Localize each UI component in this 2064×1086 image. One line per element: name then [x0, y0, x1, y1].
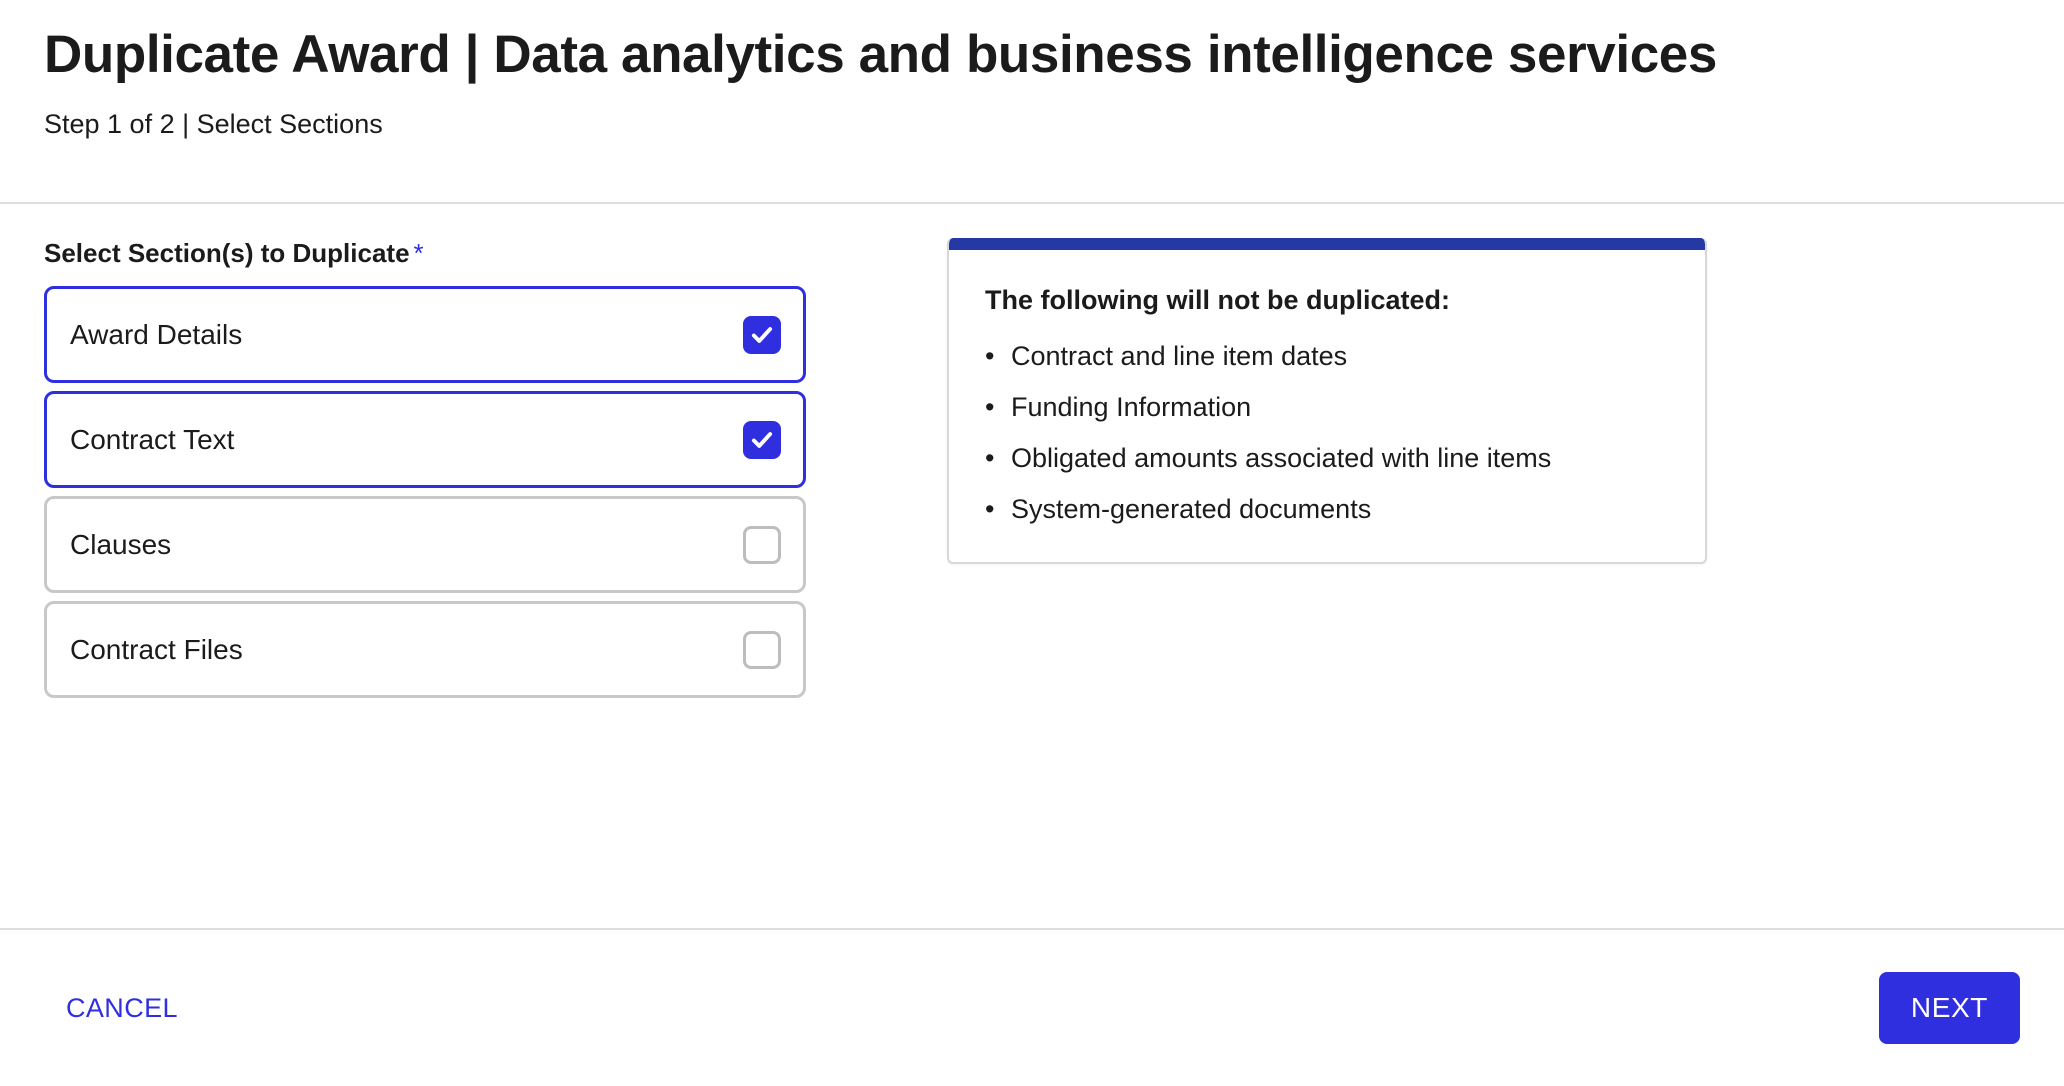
section-card-clauses[interactable]: Clauses: [44, 496, 806, 594]
page-header: Duplicate Award | Data analytics and bus…: [0, 0, 2064, 204]
section-selection-label: Select Section(s) to Duplicate *: [44, 238, 834, 269]
bullet-icon: •: [985, 493, 995, 524]
section-card-label: Contract Text: [70, 423, 235, 455]
list-item: • System-generated documents: [985, 493, 1671, 527]
list-item: • Obligated amounts associated with line…: [985, 442, 1671, 476]
cancel-button[interactable]: CANCEL: [44, 979, 200, 1038]
checkbox-checked-icon[interactable]: [743, 420, 781, 459]
info-panel-title: The following will not be duplicated:: [985, 285, 1450, 315]
checkbox-checked-icon[interactable]: [743, 315, 781, 354]
info-panel-accent-bar: [949, 238, 1705, 250]
section-card-list: Award Details Contract Text Clauses Cont…: [44, 286, 834, 699]
bullet-icon: •: [985, 392, 995, 423]
section-card-contract-text[interactable]: Contract Text: [44, 391, 806, 489]
section-card-label: Clauses: [70, 528, 172, 560]
list-item: • Funding Information: [985, 391, 1671, 425]
section-selection-column: Select Section(s) to Duplicate * Award De…: [44, 238, 834, 699]
bullet-icon: •: [985, 442, 995, 473]
list-item-text: System-generated documents: [1011, 493, 1372, 524]
info-panel-body: The following will not be duplicated: • …: [949, 250, 1705, 562]
not-duplicated-list: • Contract and line item dates • Funding…: [985, 340, 1671, 526]
info-panel-column: The following will not be duplicated: • …: [947, 238, 1707, 565]
wizard-body: Select Section(s) to Duplicate * Award De…: [0, 204, 2064, 928]
section-card-label: Contract Files: [70, 633, 243, 665]
wizard-step-indicator: Step 1 of 2 | Select Sections: [44, 109, 383, 140]
checkbox-unchecked-icon[interactable]: [743, 630, 781, 669]
list-item-text: Contract and line item dates: [1011, 341, 1348, 372]
wizard-footer: CANCEL NEXT: [0, 928, 2064, 1086]
required-asterisk: *: [413, 238, 424, 268]
checkbox-unchecked-icon[interactable]: [743, 525, 781, 564]
list-item-text: Obligated amounts associated with line i…: [1011, 442, 1552, 473]
list-item-text: Funding Information: [1011, 392, 1252, 423]
not-duplicated-info-panel: The following will not be duplicated: • …: [947, 238, 1707, 565]
section-card-label: Award Details: [70, 318, 243, 350]
bullet-icon: •: [985, 341, 995, 372]
section-card-contract-files[interactable]: Contract Files: [44, 601, 806, 699]
list-item: • Contract and line item dates: [985, 340, 1671, 374]
page-title: Duplicate Award | Data analytics and bus…: [44, 25, 1717, 84]
duplicate-award-wizard: Duplicate Award | Data analytics and bus…: [0, 0, 2064, 1086]
next-button[interactable]: NEXT: [1878, 972, 2020, 1044]
section-selection-label-text: Select Section(s) to Duplicate: [44, 238, 410, 268]
section-card-award-details[interactable]: Award Details: [44, 286, 806, 384]
